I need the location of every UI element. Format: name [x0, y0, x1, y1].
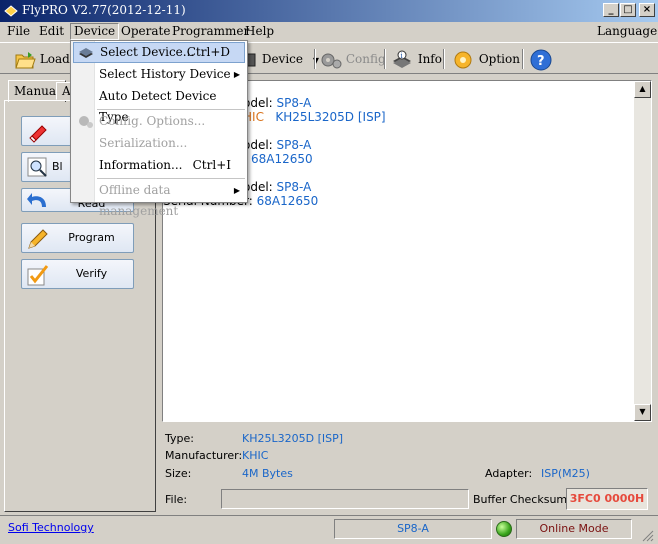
submenu-arrow-icon: ▶ — [233, 70, 240, 79]
load-label: Load — [39, 52, 70, 66]
eraser-icon — [29, 125, 47, 143]
window-title: FlyPRO V2.77(2012-12-11) — [22, 3, 186, 17]
option-button[interactable]: Option — [451, 47, 520, 71]
device-toolbar-label: Device — [261, 52, 303, 66]
info-icon: i — [393, 50, 411, 68]
menu-auto-detect[interactable]: Auto Detect Device Type — [73, 86, 245, 124]
config-icon — [321, 53, 342, 68]
program-label: Program — [68, 231, 115, 244]
type-value: KH25L3205D [ISP] — [242, 432, 344, 445]
menu-separator — [97, 109, 245, 110]
config-icon — [79, 116, 93, 128]
folder-icon — [15, 51, 36, 68]
toolbar-separator — [384, 49, 386, 69]
toolbar-separator — [443, 49, 445, 69]
menu-config-options: Config. Options... — [73, 111, 245, 132]
info-label: Info. — [417, 52, 446, 66]
type-label: Type: — [165, 432, 194, 445]
log-line: 68A12650 — [251, 152, 313, 166]
resize-grip-icon[interactable] — [640, 528, 654, 542]
magnifier-icon — [27, 157, 47, 177]
info-button[interactable]: i Info. — [390, 47, 446, 71]
size-label: Size: — [165, 467, 192, 480]
menu-edit[interactable]: Edit — [36, 23, 67, 40]
menu-serialization: Serialization... — [99, 136, 188, 150]
menu-operate[interactable]: Operate — [118, 23, 173, 40]
manufacturer-value: KHIC — [242, 449, 269, 462]
load-button[interactable]: Load — [14, 47, 70, 71]
status-mode: Online Mode — [516, 519, 632, 539]
log-line: HIC KH25L3205D [ISP] — [243, 110, 386, 124]
option-label: Option — [478, 52, 520, 66]
menu-select-device[interactable]: Select Device... Ctrl+D — [73, 42, 245, 63]
checkmark-icon — [27, 265, 49, 286]
menu-information[interactable]: Information... Ctrl+I — [73, 155, 245, 176]
menu-language[interactable]: Language — [594, 23, 658, 40]
pencil-icon — [28, 229, 48, 249]
title-bar: FlyPRO V2.77(2012-12-11) _ □ × — [0, 0, 658, 22]
log-line: odel: SP8-A — [243, 138, 312, 152]
connection-status-icon — [496, 521, 512, 537]
toolbar-separator — [522, 49, 524, 69]
submenu-arrow-icon: ▶ — [233, 186, 240, 195]
menu-select-history[interactable]: Select History Device ▶ — [73, 64, 245, 85]
log-line: odel: SP8-A — [243, 96, 312, 110]
adapter-value: ISP(M25) — [541, 467, 590, 480]
svg-text:?: ? — [537, 54, 545, 69]
menu-help[interactable]: Help — [242, 23, 277, 40]
company-link[interactable]: Sofi Technology — [8, 521, 94, 534]
app-icon — [4, 5, 18, 17]
read-arrow-icon — [27, 193, 46, 207]
device-menu: Select Device... Ctrl+D Select History D… — [70, 40, 248, 218]
maximize-button[interactable]: □ — [620, 3, 636, 17]
config-label: Config — [345, 52, 386, 66]
scroll-down-icon[interactable]: ▼ — [634, 404, 651, 421]
menu-file[interactable]: File — [4, 23, 33, 40]
manufacturer-label: Manufacturer: — [165, 449, 243, 462]
menu-device[interactable]: Device — [70, 23, 120, 40]
gear-icon — [454, 51, 472, 68]
checksum-label: Buffer Checksum: — [473, 493, 571, 506]
log-line: odel: SP8-A — [243, 180, 312, 194]
help-icon: ? — [530, 49, 552, 70]
menu-offline-data: Offline data management ▶ — [73, 180, 245, 218]
menu-separator — [97, 178, 245, 179]
status-bar: Sofi Technology SP8-A Online Mode — [0, 515, 658, 544]
file-path-field — [221, 489, 469, 509]
scroll-up-icon[interactable]: ▲ — [634, 81, 651, 98]
log-scrollbar[interactable]: ▲ ▼ — [634, 81, 651, 421]
verify-button[interactable]: Verify — [21, 259, 134, 289]
chip-icon — [79, 48, 93, 58]
device-toolbar-button[interactable]: Device ▼ — [240, 47, 319, 71]
status-model: SP8-A — [334, 519, 492, 539]
config-button[interactable]: Config — [320, 47, 386, 71]
menu-bar: File Edit Device Operate Programmer Help… — [0, 22, 658, 41]
toolbar-separator — [314, 49, 316, 69]
menu-programmer[interactable]: Programmer — [169, 23, 252, 40]
adapter-label: Adapter: — [485, 467, 533, 480]
checksum-value: 3FC0 0000H — [566, 488, 648, 510]
program-button[interactable]: Program — [21, 223, 134, 253]
minimize-button[interactable]: _ — [603, 3, 619, 17]
size-value: 4M Bytes — [242, 467, 293, 480]
file-label: File: — [165, 493, 188, 506]
verify-label: Verify — [75, 267, 108, 280]
close-button[interactable]: × — [639, 3, 655, 17]
help-button[interactable]: ? — [529, 47, 553, 71]
